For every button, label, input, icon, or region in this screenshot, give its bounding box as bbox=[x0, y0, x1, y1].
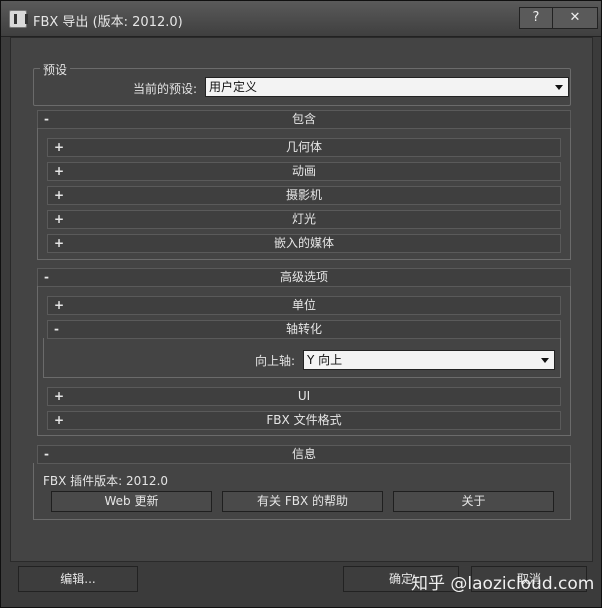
include-rollout-label: 包含 bbox=[291, 112, 316, 126]
lights-rollout-label: 灯光 bbox=[291, 212, 316, 226]
axis-conversion-rollout-label: 轴转化 bbox=[285, 322, 322, 336]
chevron-down-icon bbox=[555, 85, 563, 90]
collapse-icon: - bbox=[44, 270, 49, 284]
web-update-button[interactable]: Web 更新 bbox=[51, 491, 212, 512]
presets-group-label: 预设 bbox=[40, 61, 71, 78]
axis-conversion-rollout[interactable]: - 轴转化 bbox=[47, 320, 561, 339]
ui-rollout-label: UI bbox=[297, 389, 311, 403]
expand-icon: + bbox=[54, 140, 65, 154]
up-axis-label: 向上轴: bbox=[255, 354, 296, 368]
chevron-down-icon bbox=[541, 358, 549, 363]
app-logo-icon bbox=[9, 10, 28, 28]
window-title: FBX 导出 (版本: 2012.0) bbox=[33, 15, 183, 30]
preset-dropdown-value: 用户定义 bbox=[209, 80, 258, 94]
camera-rollout[interactable]: + 摄影机 bbox=[47, 186, 561, 205]
units-rollout[interactable]: + 单位 bbox=[47, 296, 561, 315]
expand-icon: + bbox=[54, 188, 65, 202]
expand-icon: + bbox=[54, 413, 65, 427]
animation-rollout-label: 动画 bbox=[291, 164, 316, 178]
help-button[interactable]: ? bbox=[519, 7, 553, 29]
fbx-export-dialog: FBX 导出 (版本: 2012.0) ? ✕ 预设 当前的预设: 用户定义 -… bbox=[0, 0, 602, 608]
fbx-format-rollout-label: FBX 文件格式 bbox=[266, 413, 342, 427]
expand-icon: + bbox=[54, 298, 65, 312]
export-panel: 预设 当前的预设: 用户定义 - 包含 + 几何体 + 动画 + 摄影机 + 灯… bbox=[10, 37, 593, 562]
fbx-help-button[interactable]: 有关 FBX 的帮助 bbox=[222, 491, 383, 512]
expand-icon: + bbox=[54, 212, 65, 226]
zhihu-watermark: 知乎 @laozicloud.com bbox=[411, 574, 595, 594]
embed-media-rollout-label: 嵌入的媒体 bbox=[273, 236, 334, 250]
current-preset-label: 当前的预设: bbox=[133, 82, 198, 96]
plugin-version-text: FBX 插件版本: 2012.0 bbox=[43, 474, 169, 488]
up-axis-dropdown-value: Y 向上 bbox=[307, 353, 343, 367]
camera-rollout-label: 摄影机 bbox=[285, 188, 322, 202]
units-rollout-label: 单位 bbox=[291, 298, 316, 312]
embed-media-rollout[interactable]: + 嵌入的媒体 bbox=[47, 234, 561, 253]
geometry-rollout[interactable]: + 几何体 bbox=[47, 138, 561, 157]
title-bar: FBX 导出 (版本: 2012.0) ? ✕ bbox=[1, 1, 601, 37]
close-button[interactable]: ✕ bbox=[552, 7, 598, 29]
lights-rollout[interactable]: + 灯光 bbox=[47, 210, 561, 229]
animation-rollout[interactable]: + 动画 bbox=[47, 162, 561, 181]
information-rollout-label: 信息 bbox=[291, 447, 316, 461]
edit-button[interactable]: 编辑... bbox=[18, 566, 138, 592]
advanced-options-rollout-label: 高级选项 bbox=[279, 270, 328, 284]
expand-icon: + bbox=[54, 164, 65, 178]
up-axis-dropdown[interactable]: Y 向上 bbox=[303, 350, 555, 370]
expand-icon: + bbox=[54, 236, 65, 250]
about-button[interactable]: 关于 bbox=[393, 491, 554, 512]
expand-icon: + bbox=[54, 389, 65, 403]
collapse-icon: - bbox=[44, 447, 49, 461]
collapse-icon: - bbox=[44, 112, 49, 126]
advanced-options-rollout[interactable]: - 高级选项 bbox=[37, 268, 571, 287]
collapse-icon: - bbox=[54, 322, 59, 336]
preset-dropdown[interactable]: 用户定义 bbox=[205, 77, 569, 97]
include-rollout[interactable]: - 包含 bbox=[37, 110, 571, 129]
information-rollout[interactable]: - 信息 bbox=[37, 445, 571, 464]
ui-rollout[interactable]: + UI bbox=[47, 387, 561, 406]
fbx-format-rollout[interactable]: + FBX 文件格式 bbox=[47, 411, 561, 430]
geometry-rollout-label: 几何体 bbox=[285, 140, 322, 154]
